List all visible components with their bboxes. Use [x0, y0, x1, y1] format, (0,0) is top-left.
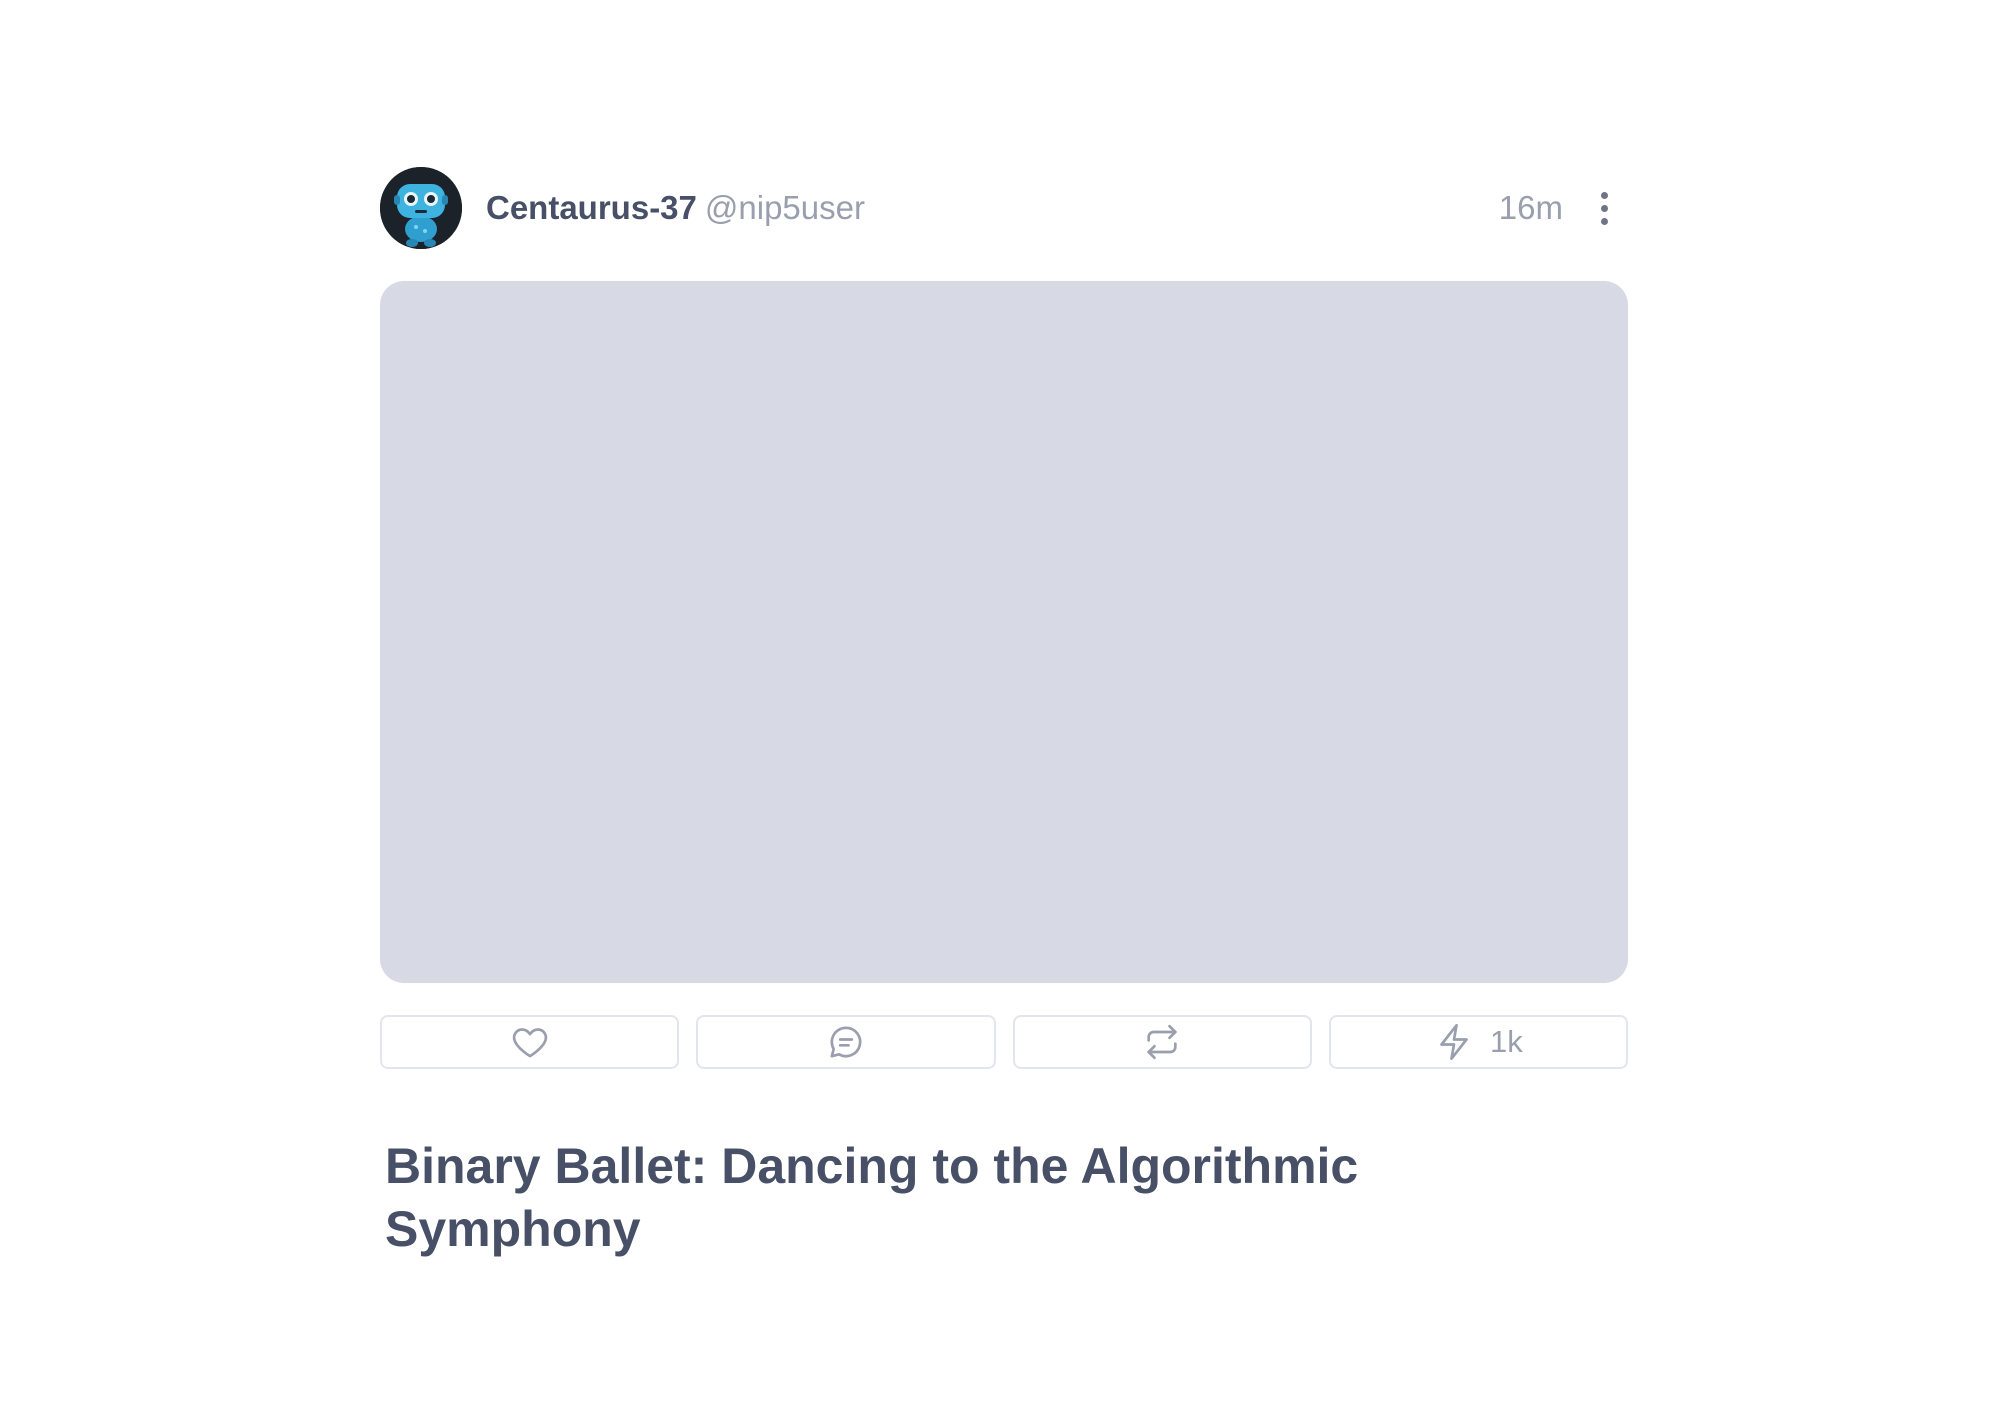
post-card: Centaurus-37 @nip5user 16m 1k Binary Bal…: [380, 167, 1628, 1261]
author-handle[interactable]: @nip5user: [705, 189, 865, 226]
repost-icon: [1147, 1024, 1177, 1060]
author-display-name[interactable]: Centaurus-37: [486, 189, 697, 226]
zap-button[interactable]: 1k: [1328, 1015, 1628, 1069]
action-bar: 1k: [380, 1015, 1628, 1069]
repost-button[interactable]: [1012, 1015, 1312, 1069]
more-options-icon-dot: [1600, 204, 1608, 212]
avatar[interactable]: [380, 167, 462, 249]
message-icon: [830, 1026, 862, 1058]
heart-icon: [512, 1028, 547, 1058]
reply-button[interactable]: [696, 1015, 996, 1069]
more-options-icon-dot: [1600, 217, 1608, 225]
robot-avatar-icon: [380, 167, 462, 249]
post-timestamp: 16m: [1498, 189, 1563, 226]
post-header: Centaurus-37 @nip5user 16m: [380, 167, 1628, 249]
lightning-icon: [1440, 1023, 1468, 1060]
author: Centaurus-37 @nip5user: [486, 188, 865, 228]
like-button[interactable]: [380, 1015, 680, 1069]
more-options-icon: [1600, 191, 1608, 199]
more-options-button[interactable]: [1592, 185, 1616, 231]
media-placeholder[interactable]: [380, 281, 1628, 983]
zap-count: 1k: [1490, 1024, 1523, 1059]
post-title[interactable]: Binary Ballet: Dancing to the Algorithmi…: [385, 1135, 1485, 1261]
